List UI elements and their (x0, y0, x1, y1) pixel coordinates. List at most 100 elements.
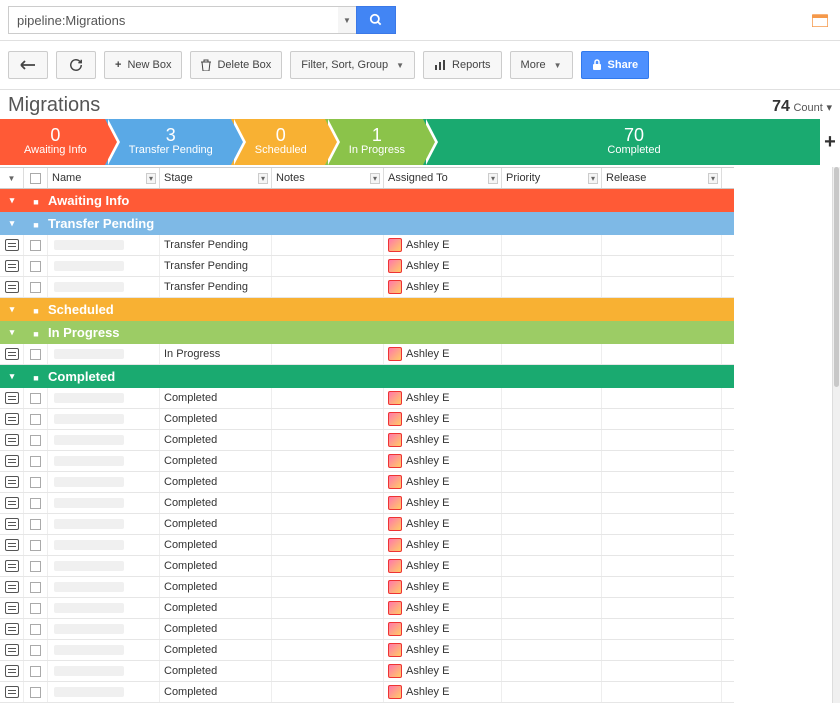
row-handle[interactable] (0, 344, 24, 364)
table-row[interactable]: CompletedAshley E (0, 430, 734, 451)
cell-notes[interactable] (272, 235, 384, 255)
row-handle[interactable] (0, 235, 24, 255)
cell-stage[interactable]: Completed (160, 409, 272, 429)
row-checkbox[interactable] (24, 577, 48, 597)
row-handle[interactable] (0, 577, 24, 597)
cell-priority[interactable] (502, 682, 602, 702)
row-checkbox[interactable] (24, 640, 48, 660)
row-handle[interactable] (0, 493, 24, 513)
cell-name[interactable] (48, 256, 160, 276)
cell-assigned[interactable]: Ashley E (384, 235, 502, 255)
row-handle[interactable] (0, 640, 24, 660)
more-button[interactable]: More ▼ (510, 51, 573, 79)
row-checkbox[interactable] (24, 556, 48, 576)
cell-name[interactable] (48, 451, 160, 471)
cell-release[interactable] (602, 256, 722, 276)
col-checkbox[interactable] (24, 168, 48, 188)
cell-notes[interactable] (272, 472, 384, 492)
back-button[interactable] (8, 51, 48, 79)
cell-name[interactable] (48, 430, 160, 450)
cell-priority[interactable] (502, 493, 602, 513)
row-handle[interactable] (0, 388, 24, 408)
row-checkbox[interactable] (24, 472, 48, 492)
filter-icon[interactable]: ▾ (370, 173, 380, 184)
row-handle[interactable] (0, 277, 24, 297)
col-toggle[interactable]: ▼ (0, 168, 24, 188)
cell-notes[interactable] (272, 344, 384, 364)
cell-notes[interactable] (272, 388, 384, 408)
cell-release[interactable] (602, 472, 722, 492)
cell-priority[interactable] (502, 344, 602, 364)
search-input[interactable] (8, 6, 338, 34)
cell-name[interactable] (48, 577, 160, 597)
cell-name[interactable] (48, 598, 160, 618)
cell-priority[interactable] (502, 409, 602, 429)
cell-release[interactable] (602, 556, 722, 576)
row-handle[interactable] (0, 682, 24, 702)
table-row[interactable]: CompletedAshley E (0, 556, 734, 577)
row-checkbox[interactable] (24, 661, 48, 681)
group-header-in-progress[interactable]: ▾In Progress (0, 321, 734, 344)
row-handle[interactable] (0, 619, 24, 639)
cell-release[interactable] (602, 640, 722, 660)
cell-release[interactable] (602, 344, 722, 364)
row-handle[interactable] (0, 256, 24, 276)
row-checkbox[interactable] (24, 409, 48, 429)
table-row[interactable]: Transfer PendingAshley E (0, 256, 734, 277)
row-checkbox[interactable] (24, 430, 48, 450)
cell-assigned[interactable]: Ashley E (384, 409, 502, 429)
cell-stage[interactable]: In Progress (160, 344, 272, 364)
cell-priority[interactable] (502, 451, 602, 471)
group-header-awaiting-info[interactable]: ▾Awaiting Info (0, 189, 734, 212)
cell-release[interactable] (602, 514, 722, 534)
cell-assigned[interactable]: Ashley E (384, 661, 502, 681)
cell-assigned[interactable]: Ashley E (384, 619, 502, 639)
cell-assigned[interactable]: Ashley E (384, 577, 502, 597)
cell-stage[interactable]: Completed (160, 682, 272, 702)
cell-assigned[interactable]: Ashley E (384, 514, 502, 534)
row-checkbox[interactable] (24, 514, 48, 534)
search-button[interactable] (356, 6, 396, 34)
cell-stage[interactable]: Completed (160, 451, 272, 471)
cell-name[interactable] (48, 535, 160, 555)
cell-notes[interactable] (272, 430, 384, 450)
cell-release[interactable] (602, 493, 722, 513)
cell-notes[interactable] (272, 535, 384, 555)
row-checkbox[interactable] (24, 619, 48, 639)
row-checkbox[interactable] (24, 535, 48, 555)
cell-stage[interactable]: Completed (160, 598, 272, 618)
cell-assigned[interactable]: Ashley E (384, 682, 502, 702)
cell-assigned[interactable]: Ashley E (384, 640, 502, 660)
cell-priority[interactable] (502, 640, 602, 660)
cell-assigned[interactable]: Ashley E (384, 535, 502, 555)
stage-transfer-pending[interactable]: 3Transfer Pending (105, 119, 231, 165)
cell-priority[interactable] (502, 577, 602, 597)
cell-stage[interactable]: Transfer Pending (160, 235, 272, 255)
group-header-transfer-pending[interactable]: ▾Transfer Pending (0, 212, 734, 235)
filter-icon[interactable]: ▾ (588, 173, 598, 184)
table-row[interactable]: CompletedAshley E (0, 535, 734, 556)
row-checkbox[interactable] (24, 598, 48, 618)
row-checkbox[interactable] (24, 235, 48, 255)
table-row[interactable]: Completed Ashley E (0, 409, 734, 430)
cell-notes[interactable] (272, 682, 384, 702)
cell-notes[interactable] (272, 256, 384, 276)
scrollbar-thumb[interactable] (834, 167, 839, 387)
delete-box-button[interactable]: Delete Box (190, 51, 282, 79)
row-checkbox[interactable] (24, 344, 48, 364)
table-row[interactable]: CompletedAshley E (0, 514, 734, 535)
row-handle[interactable] (0, 535, 24, 555)
group-header-scheduled[interactable]: ▾Scheduled (0, 298, 734, 321)
stage-completed[interactable]: 70Completed (423, 119, 840, 165)
cell-assigned[interactable]: Ashley E (384, 388, 502, 408)
col-priority[interactable]: Priority▾ (502, 168, 602, 188)
filter-icon[interactable]: ▾ (488, 173, 498, 184)
cell-name[interactable] (48, 682, 160, 702)
cell-stage[interactable]: Completed (160, 577, 272, 597)
collapse-icon[interactable]: ▾ (0, 218, 24, 229)
cell-release[interactable] (602, 430, 722, 450)
cell-notes[interactable] (272, 409, 384, 429)
cell-stage[interactable]: Completed (160, 619, 272, 639)
cell-notes[interactable] (272, 640, 384, 660)
filter-icon[interactable]: ▾ (146, 173, 156, 184)
